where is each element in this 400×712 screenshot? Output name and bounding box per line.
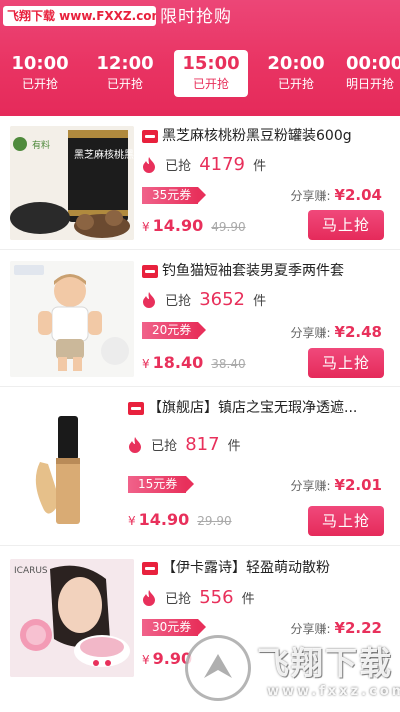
sold-count: 已抢 3652 件	[142, 289, 266, 313]
price: ¥14.90 49.90	[142, 216, 246, 235]
watermark-text: 飞翔下载	[257, 644, 394, 682]
sold-label: 已抢	[165, 592, 192, 607]
share-earn: 分享赚: ¥2.48	[291, 323, 383, 341]
page-title: 限时抢购	[160, 7, 232, 27]
sold-unit: 件	[253, 159, 267, 174]
sold-unit: 件	[227, 439, 241, 454]
share-label: 分享赚:	[290, 479, 331, 493]
arrow-logo-icon	[204, 654, 232, 678]
sold-number: 817	[185, 434, 220, 455]
share-earn: 分享赚: ¥2.04	[291, 186, 383, 204]
concealer-image	[10, 402, 134, 532]
product-image[interactable]: ICARUS	[10, 559, 134, 677]
grab-button[interactable]: 马上抢	[308, 210, 384, 240]
coupon-badge: 20元券	[142, 322, 206, 339]
watermark-banner: 飞翔下载 www.FXXZ.com	[3, 6, 156, 26]
original-price: 38.40	[211, 357, 246, 371]
product-image[interactable]: 有料 黑芝麻核桃黑豆粉	[10, 126, 134, 240]
fire-icon	[143, 291, 155, 308]
tab-status: 已开抢	[277, 77, 314, 91]
sold-number: 3652	[199, 289, 246, 310]
tmall-icon	[128, 402, 144, 415]
tab-status: 已开抢	[106, 77, 143, 91]
tmall-icon	[142, 562, 158, 575]
tab-time: 12:00	[96, 53, 154, 74]
watermark-overlay: 飞翔下载 www.fxxz.com	[185, 632, 400, 706]
time-slot-tabs: 10:00 已开抢 12:00 已开抢 15:00 已开抢 20:00 已开抢 …	[0, 50, 400, 98]
currency: ¥	[128, 514, 136, 528]
share-label: 分享赚:	[290, 326, 331, 340]
sold-count: 已抢 817 件	[128, 434, 241, 458]
price: ¥18.40 38.40	[142, 353, 246, 372]
share-amount: ¥2.48	[334, 323, 382, 341]
share-amount: ¥2.01	[334, 476, 382, 494]
tmall-icon	[142, 130, 158, 143]
tmall-icon	[142, 265, 158, 278]
share-earn: 分享赚: ¥2.01	[291, 476, 383, 494]
sold-number: 556	[199, 587, 234, 608]
sesame-powder-image: 有料 黑芝麻核桃黑豆粉	[10, 126, 134, 240]
watermark-logo-icon	[185, 635, 251, 701]
grab-button[interactable]: 马上抢	[308, 348, 384, 378]
product-image[interactable]	[10, 402, 134, 532]
share-label: 分享赚:	[290, 189, 331, 203]
sold-label: 已抢	[165, 294, 192, 309]
current-price: 14.90	[152, 216, 204, 235]
sold-unit: 件	[253, 294, 267, 309]
currency: ¥	[142, 220, 150, 234]
current-price: 14.90	[138, 510, 190, 529]
flash-sale-header: 飞翔下载 www.FXXZ.com 限时抢购 10:00 已开抢 12:00 已…	[0, 0, 400, 116]
currency: ¥	[142, 357, 150, 371]
product-item[interactable]: 钓鱼猫短袖套装男夏季两件套 已抢 3652 件 20元券 分享赚: ¥2.48 ¥…	[0, 251, 400, 387]
original-price: 49.90	[211, 220, 246, 234]
product-title: 黑芝麻核桃粉黑豆粉罐装600g	[162, 128, 352, 144]
loose-powder-image: ICARUS	[10, 559, 134, 677]
tab-time: 15:00	[182, 53, 240, 74]
tab-status: 明日开抢	[346, 77, 395, 91]
sold-number: 4179	[199, 154, 246, 175]
tab-1500[interactable]: 15:00 已开抢	[174, 50, 248, 97]
sold-unit: 件	[241, 592, 255, 607]
price: ¥14.90 29.90	[128, 510, 232, 529]
watermark-url: www.fxxz.com	[267, 684, 400, 699]
coupon-badge: 35元券	[142, 187, 206, 204]
product-item[interactable]: 【旗舰店】镇店之宝无瑕净透遮... 已抢 817 件 15元券 分享赚: ¥2.0…	[0, 388, 400, 546]
product-title: 【伊卡露诗】轻盈萌动散粉	[162, 560, 330, 576]
sold-count: 已抢 4179 件	[142, 154, 266, 178]
currency: ¥	[142, 653, 150, 667]
tab-time: 10:00	[11, 53, 69, 74]
product-image[interactable]	[10, 261, 134, 377]
thumb-brand: ICARUS	[14, 566, 48, 576]
sold-label: 已抢	[165, 159, 192, 174]
sold-count: 已抢 556 件	[142, 587, 255, 611]
product-item[interactable]: 有料 黑芝麻核桃黑豆粉 黑芝麻核桃粉黑豆粉罐装600g 已抢 4179 件 35…	[0, 116, 400, 250]
tab-time: 00:00	[346, 53, 400, 74]
fire-icon	[129, 436, 141, 453]
tab-status: 已开抢	[192, 77, 229, 91]
tab-0000[interactable]: 00:00 明日开抢	[346, 50, 400, 96]
share-amount: ¥2.04	[334, 186, 382, 204]
current-price: 18.40	[152, 353, 204, 372]
product-title: 钓鱼猫短袖套装男夏季两件套	[162, 263, 344, 279]
tab-1000[interactable]: 10:00 已开抢	[4, 50, 76, 96]
tab-status: 已开抢	[21, 77, 58, 91]
tab-1200[interactable]: 12:00 已开抢	[89, 50, 161, 96]
kids-outfit-image	[10, 261, 134, 377]
product-title: 【旗舰店】镇店之宝无瑕净透遮...	[148, 400, 358, 416]
coupon-badge: 15元券	[128, 476, 194, 493]
grab-button[interactable]: 马上抢	[308, 506, 384, 536]
tab-time: 20:00	[267, 53, 325, 74]
sold-label: 已抢	[151, 439, 178, 454]
fire-icon	[143, 156, 155, 173]
original-price: 29.90	[197, 514, 232, 528]
fire-icon	[143, 589, 155, 606]
thumb-can-text: 黑芝麻核桃黑豆粉	[74, 148, 134, 161]
tab-2000[interactable]: 20:00 已开抢	[260, 50, 332, 96]
thumb-brand: 有料	[32, 139, 50, 151]
